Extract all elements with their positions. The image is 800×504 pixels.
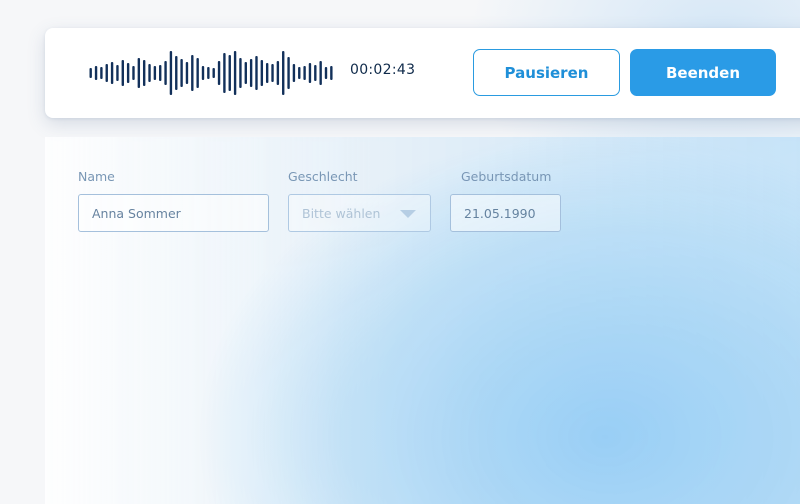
name-label: Name — [78, 169, 115, 184]
recording-bar: 00:02:43 Pausieren Beenden — [45, 28, 800, 118]
birthdate-label: Geburtsdatum — [461, 169, 552, 184]
birthdate-input[interactable]: 21.05.1990 — [450, 194, 561, 232]
gender-select-value: Bitte wählen — [302, 205, 381, 221]
pause-button[interactable]: Pausieren — [473, 49, 620, 96]
recording-timer: 00:02:43 — [350, 62, 416, 78]
gender-select[interactable]: Bitte wählen — [288, 194, 431, 232]
patient-form: Name Anna Sommer Geschlecht Bitte wählen… — [45, 137, 800, 504]
name-input[interactable]: Anna Sommer — [78, 194, 269, 232]
gender-label: Geschlecht — [288, 169, 358, 184]
audio-waveform-icon — [89, 51, 333, 95]
stop-button[interactable]: Beenden — [630, 49, 776, 96]
chevron-down-icon — [400, 210, 416, 218]
